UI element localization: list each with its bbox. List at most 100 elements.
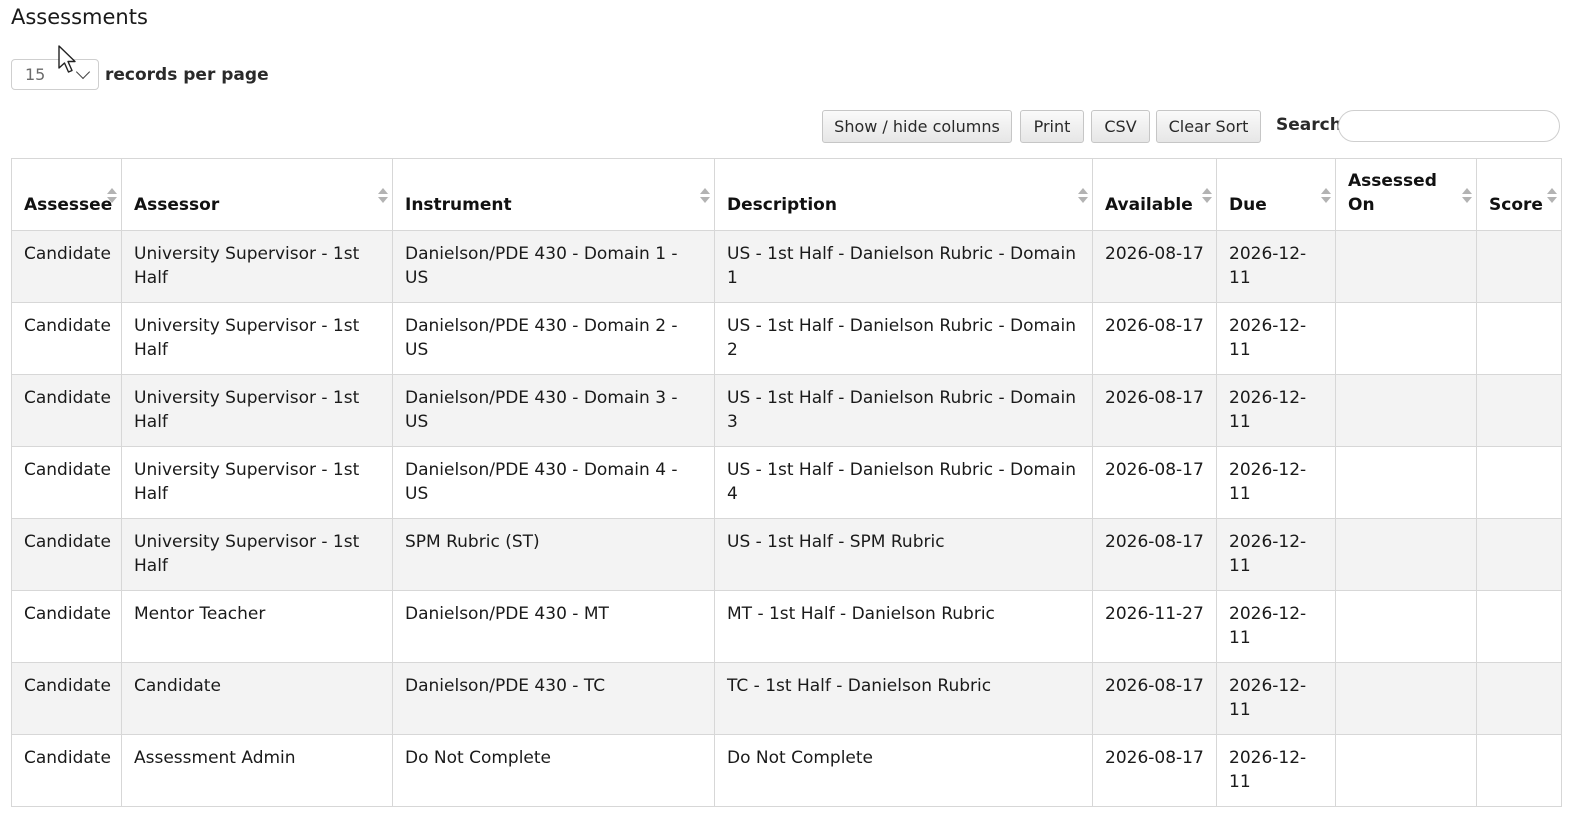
cell-score	[1476, 734, 1562, 807]
sort-icon	[1462, 188, 1472, 204]
cell-instrument: Danielson/PDE 430 - Domain 2 - US	[392, 302, 715, 375]
cell-due: 2026-12-11	[1216, 734, 1336, 807]
print-button[interactable]: Print	[1020, 110, 1084, 143]
cell-assessed-on	[1335, 734, 1477, 807]
cell-available: 2026-08-17	[1092, 662, 1217, 735]
cell-due: 2026-12-11	[1216, 230, 1336, 303]
search-input[interactable]	[1338, 110, 1560, 142]
cell-due: 2026-12-11	[1216, 518, 1336, 591]
cell-instrument: Danielson/PDE 430 - Domain 3 - US	[392, 374, 715, 447]
column-header-assessee[interactable]: Assessee	[11, 158, 122, 231]
cell-assessee: Candidate	[11, 590, 122, 663]
cell-description: MT - 1st Half - Danielson Rubric	[714, 590, 1093, 663]
cell-score	[1476, 230, 1562, 303]
page-title: Assessments	[11, 5, 148, 29]
cell-assessor: University Supervisor - 1st Half	[121, 302, 393, 375]
records-per-page-control: 15 records per page	[11, 59, 269, 90]
cell-description: TC - 1st Half - Danielson Rubric	[714, 662, 1093, 735]
cell-assessee: Candidate	[11, 662, 122, 735]
sort-icon	[107, 188, 117, 204]
cell-available: 2026-08-17	[1092, 374, 1217, 447]
cell-score	[1476, 446, 1562, 519]
cell-instrument: Danielson/PDE 430 - Domain 1 - US	[392, 230, 715, 303]
cell-assessed-on	[1335, 518, 1477, 591]
cell-instrument: Danielson/PDE 430 - TC	[392, 662, 715, 735]
cell-score	[1476, 374, 1562, 447]
cell-assessor: Assessment Admin	[121, 734, 393, 807]
cell-instrument: SPM Rubric (ST)	[392, 518, 715, 591]
cell-assessor: University Supervisor - 1st Half	[121, 518, 393, 591]
cell-available: 2026-08-17	[1092, 230, 1217, 303]
column-header-available[interactable]: Available	[1092, 158, 1217, 231]
records-per-page-value: 15	[25, 65, 46, 84]
sort-icon	[700, 188, 710, 204]
cell-assessee: Candidate	[11, 446, 122, 519]
cell-assessor: University Supervisor - 1st Half	[121, 374, 393, 447]
column-header-assessor[interactable]: Assessor	[121, 158, 393, 231]
clear-sort-button[interactable]: Clear Sort	[1156, 110, 1261, 143]
cell-description: US - 1st Half - Danielson Rubric - Domai…	[714, 446, 1093, 519]
column-header-due[interactable]: Due	[1216, 158, 1336, 231]
cell-assessed-on	[1335, 230, 1477, 303]
column-header-assessed-on[interactable]: Assessed On	[1335, 158, 1477, 231]
table-row[interactable]: Candidate Assessment Admin Do Not Complete…	[11, 734, 1562, 807]
show-hide-columns-button[interactable]: Show / hide columns	[822, 110, 1012, 143]
cell-assessee: Candidate	[11, 374, 122, 447]
cell-available: 2026-08-17	[1092, 302, 1217, 375]
cell-instrument: Do Not Complete	[392, 734, 715, 807]
records-per-page-label: records per page	[105, 64, 269, 85]
table-row[interactable]: Candidate Candidate Danielson/PDE 430 - TC…	[11, 662, 1562, 735]
sort-icon	[1321, 188, 1331, 204]
cell-assessee: Candidate	[11, 302, 122, 375]
cell-score	[1476, 518, 1562, 591]
column-header-score[interactable]: Score	[1476, 158, 1562, 231]
sort-icon	[1202, 188, 1212, 204]
cell-available: 2026-08-17	[1092, 446, 1217, 519]
mouse-cursor-icon	[58, 45, 76, 73]
table-row[interactable]: Candidate University Supervisor - 1st Hal…	[11, 374, 1562, 447]
sort-icon	[378, 188, 388, 204]
cell-assessed-on	[1335, 374, 1477, 447]
records-per-page-select[interactable]: 15	[11, 59, 99, 90]
column-header-description[interactable]: Description	[714, 158, 1093, 231]
cell-assessed-on	[1335, 446, 1477, 519]
cell-due: 2026-12-11	[1216, 374, 1336, 447]
cell-instrument: Danielson/PDE 430 - MT	[392, 590, 715, 663]
cell-assessor: University Supervisor - 1st Half	[121, 446, 393, 519]
cell-assessee: Candidate	[11, 518, 122, 591]
table-row[interactable]: Candidate University Supervisor - 1st Hal…	[11, 230, 1562, 303]
cell-description: Do Not Complete	[714, 734, 1093, 807]
cell-assessee: Candidate	[11, 230, 122, 303]
cell-assessor: University Supervisor - 1st Half	[121, 230, 393, 303]
cell-description: US - 1st Half - SPM Rubric	[714, 518, 1093, 591]
cell-assessor: Candidate	[121, 662, 393, 735]
table-row[interactable]: Candidate Mentor Teacher Danielson/PDE 430…	[11, 590, 1562, 663]
cell-assessee: Candidate	[11, 734, 122, 807]
cell-instrument: Danielson/PDE 430 - Domain 4 - US	[392, 446, 715, 519]
sort-icon	[1078, 188, 1088, 204]
sort-icon	[1547, 188, 1557, 204]
table-row[interactable]: Candidate University Supervisor - 1st Hal…	[11, 446, 1562, 519]
table-header-row: Assessee Assessor Instrument Description…	[11, 158, 1562, 231]
cell-due: 2026-12-11	[1216, 446, 1336, 519]
cell-available: 2026-08-17	[1092, 518, 1217, 591]
table-row[interactable]: Candidate University Supervisor - 1st Hal…	[11, 518, 1562, 591]
column-header-instrument[interactable]: Instrument	[392, 158, 715, 231]
cell-description: US - 1st Half - Danielson Rubric - Domai…	[714, 374, 1093, 447]
cell-assessed-on	[1335, 302, 1477, 375]
cell-available: 2026-08-17	[1092, 734, 1217, 807]
cell-assessed-on	[1335, 662, 1477, 735]
cell-description: US - 1st Half - Danielson Rubric - Domai…	[714, 230, 1093, 303]
table-row[interactable]: Candidate University Supervisor - 1st Hal…	[11, 302, 1562, 375]
cell-description: US - 1st Half - Danielson Rubric - Domai…	[714, 302, 1093, 375]
cell-score	[1476, 590, 1562, 663]
csv-button[interactable]: CSV	[1091, 110, 1150, 143]
cell-due: 2026-12-11	[1216, 662, 1336, 735]
assessments-table: Assessee Assessor Instrument Description…	[11, 158, 1562, 807]
cell-assessor: Mentor Teacher	[121, 590, 393, 663]
cell-available: 2026-11-27	[1092, 590, 1217, 663]
cell-assessed-on	[1335, 590, 1477, 663]
cell-score	[1476, 302, 1562, 375]
cell-score	[1476, 662, 1562, 735]
cell-due: 2026-12-11	[1216, 302, 1336, 375]
